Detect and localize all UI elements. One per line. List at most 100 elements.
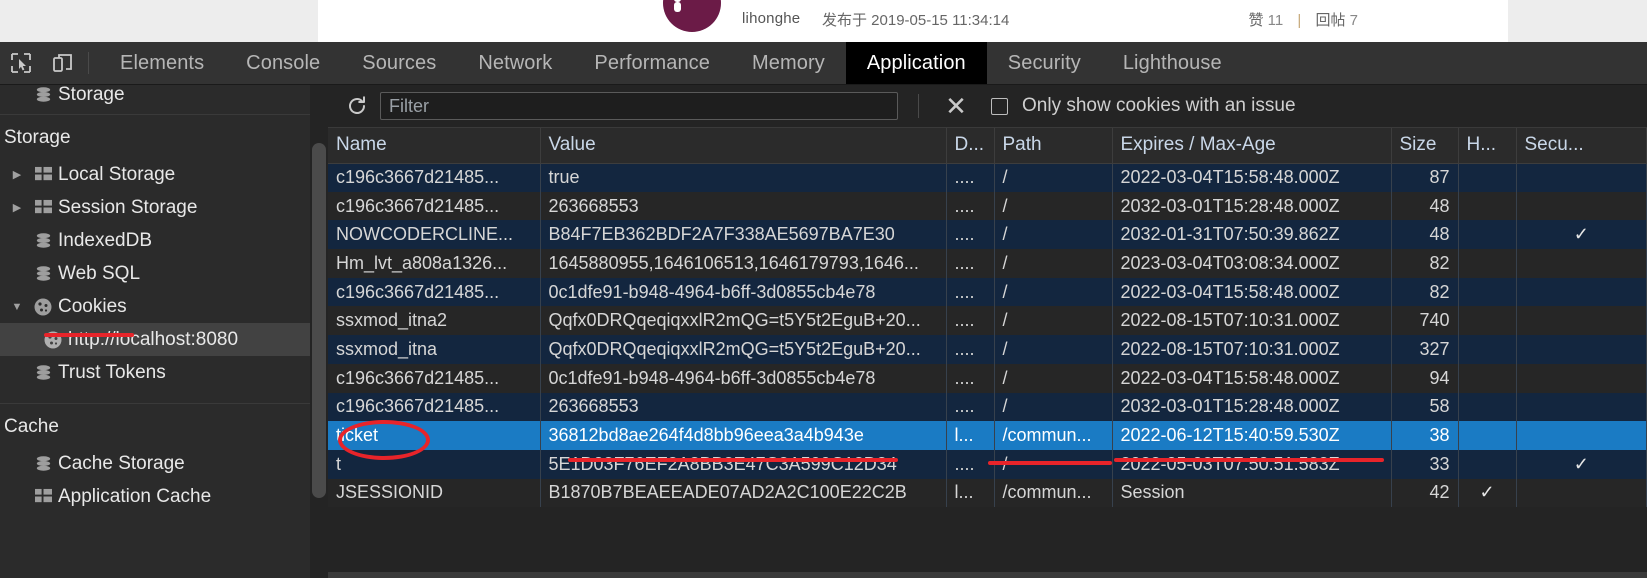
chevron-down-icon[interactable]: ▼ (6, 301, 28, 313)
sidebar-item-storage-cutoff[interactable]: ▶ Storage (0, 85, 310, 111)
database-icon (28, 231, 58, 250)
likes-label: 赞 (1248, 12, 1264, 29)
sidebar-item-cache-storage[interactable]: ▶ Cache Storage (0, 447, 310, 480)
inspect-element-icon[interactable] (0, 42, 42, 84)
table-row[interactable]: c196c3667d21485... 0c1dfe91-b948-4964-b6… (328, 277, 1647, 307)
table-row[interactable]: Hm_lvt_a808a1326... 1645880955,164610651… (328, 249, 1647, 278)
table-row[interactable]: ssxmod_itna2 Qqfx0DRQqeqiqxxlR2mQG=t5Y5t… (328, 306, 1647, 336)
meta-separator: | (1297, 12, 1302, 29)
cell-size: 740 (1391, 306, 1459, 336)
twisty-placeholder: ▶ (6, 88, 28, 101)
sidebar-item-web-sql[interactable]: ▶ Web SQL (0, 257, 310, 290)
cell-size: 38 (1391, 421, 1459, 450)
column-header-value[interactable]: Value (540, 128, 947, 164)
filter-input[interactable] (380, 92, 898, 120)
devtools-tabs: Elements Console Sources Network Perform… (99, 42, 1243, 84)
sidebar-item-application-cache[interactable]: ▶ Application Cache (0, 480, 310, 513)
cell-secure (1516, 249, 1647, 278)
replies-count: 7 (1349, 12, 1358, 29)
tab-elements[interactable]: Elements (99, 42, 225, 84)
sidebar-section-cache-title: Cache (4, 416, 59, 437)
cell-expires: 2022-05-03T07:50:51.583Z (1112, 449, 1392, 479)
refresh-icon[interactable] (340, 91, 374, 121)
cell-value: 36812bd8ae264f4d8bb96eea3a4b943e (540, 421, 947, 450)
cell-value: B1870B7BEAEEADE07AD2A2C100E22C2B (540, 478, 947, 508)
cell-value: 0c1dfe91-b948-4964-b6ff-3d0855cb4e78 (540, 363, 947, 393)
replies-label: 回帖 (1315, 12, 1346, 29)
cell-value: 263668553 (540, 392, 947, 422)
table-icon (28, 166, 58, 183)
chevron-right-icon[interactable]: ▶ (6, 168, 28, 181)
twisty-placeholder: ▶ (6, 490, 28, 503)
cell-domain: .... (946, 249, 995, 278)
column-header-domain[interactable]: D... (946, 128, 995, 164)
column-header-size[interactable]: Size (1391, 128, 1459, 164)
only-issues-checkbox[interactable] (991, 97, 1008, 115)
table-row[interactable]: ssxmod_itna Qqfx0DRQqeqiqxxlR2mQG=t5Y5t2… (328, 335, 1647, 364)
sidebar-item-label: Storage (58, 85, 125, 105)
sidebar-item-local-storage[interactable]: ▶ Local Storage (0, 158, 310, 191)
webpage-strip: lihonghe 发布于 2019-05-15 11:34:14 赞 11 | … (0, 0, 1647, 42)
table-row-selected[interactable]: ticket 36812bd8ae264f4d8bb96eea3a4b943e … (328, 421, 1647, 450)
device-toolbar-icon[interactable] (42, 42, 84, 84)
sidebar-item-trust-tokens[interactable]: ▶ Trust Tokens (0, 356, 310, 389)
sidebar-item-session-storage[interactable]: ▶ Session Storage (0, 191, 310, 224)
tab-application[interactable]: Application (845, 42, 987, 84)
cell-value: Qqfx0DRQqeqiqxxlR2mQG=t5Y5t2EguB+20... (540, 335, 947, 364)
column-header-httponly[interactable]: H... (1458, 128, 1517, 164)
tab-performance[interactable]: Performance (573, 42, 731, 84)
cell-domain: .... (946, 220, 995, 250)
column-header-secure[interactable]: Secu... (1516, 128, 1647, 164)
column-header-expires[interactable]: Expires / Max-Age (1112, 128, 1392, 164)
tab-memory[interactable]: Memory (731, 42, 846, 84)
tab-console[interactable]: Console (225, 42, 341, 84)
table-row[interactable]: c196c3667d21485... true .... / 2022-03-0… (328, 163, 1647, 192)
cell-secure (1516, 363, 1647, 393)
sidebar-item-localhost-8080[interactable]: http://localhost:8080 (0, 323, 310, 356)
cell-expires: 2023-03-04T03:08:34.000Z (1112, 249, 1392, 278)
database-icon (28, 454, 58, 473)
chevron-right-icon[interactable]: ▶ (6, 201, 28, 214)
table-row[interactable]: c196c3667d21485... 263668553 .... / 2032… (328, 392, 1647, 422)
cell-httponly (1458, 249, 1517, 278)
cell-name: Hm_lvt_a808a1326... (328, 249, 541, 278)
cell-path: / (994, 277, 1113, 307)
table-row[interactable]: c196c3667d21485... 0c1dfe91-b948-4964-b6… (328, 363, 1647, 393)
table-icon (28, 199, 58, 216)
post-header-card: lihonghe 发布于 2019-05-15 11:34:14 赞 11 | … (318, 0, 1508, 42)
table-row[interactable]: JSESSIONID B1870B7BEAEEADE07AD2A2C100E22… (328, 478, 1647, 508)
cell-domain: l... (946, 421, 995, 450)
tab-lighthouse[interactable]: Lighthouse (1102, 42, 1243, 84)
cell-path: / (994, 335, 1113, 364)
tab-sources[interactable]: Sources (341, 42, 457, 84)
cookies-table-body: c196c3667d21485... true .... / 2022-03-0… (328, 163, 1647, 508)
cell-value: 5E1D03F76EF2A8BB3E47C3A599C12D34 (540, 449, 947, 479)
column-header-path[interactable]: Path (994, 128, 1113, 164)
sidebar-item-label: Cache Storage (58, 452, 185, 474)
table-row[interactable]: c196c3667d21485... 263668553 .... / 2032… (328, 191, 1647, 221)
cell-name: c196c3667d21485... (328, 163, 541, 192)
sidebar-item-indexeddb[interactable]: ▶ IndexedDB (0, 224, 310, 257)
cell-size: 42 (1391, 478, 1459, 508)
cell-httponly (1458, 191, 1517, 221)
cell-path: / (994, 220, 1113, 250)
cell-size: 94 (1391, 363, 1459, 393)
column-header-name[interactable]: Name (328, 128, 541, 164)
only-issues-checkbox-row[interactable]: Only show cookies with an issue (991, 95, 1296, 117)
post-time: 发布于 2019-05-15 11:34:14 (822, 12, 1010, 29)
cell-value: 1645880955,1646106513,1646179793,1646... (540, 249, 947, 278)
cell-path: /commun... (994, 421, 1113, 450)
table-row[interactable]: t 5E1D03F76EF2A8BB3E47C3A599C12D34 .... … (328, 449, 1647, 479)
clear-icon[interactable]: ✕ (941, 91, 971, 121)
tab-security[interactable]: Security (987, 42, 1102, 84)
cell-httponly (1458, 277, 1517, 307)
sidebar-scrollbar-thumb[interactable] (312, 143, 326, 498)
horizontal-scrollbar[interactable] (328, 572, 1647, 578)
sidebar-item-cookies[interactable]: ▼ Cookies (0, 290, 310, 323)
likes-count: 11 (1267, 12, 1284, 29)
sidebar-item-label: Web SQL (58, 262, 141, 284)
table-row[interactable]: NOWCODERCLINE... B84F7EB362BDF2A7F338AE5… (328, 220, 1647, 250)
cell-expires: 2032-03-01T15:28:48.000Z (1112, 392, 1392, 422)
tab-network[interactable]: Network (457, 42, 573, 84)
cell-size: 82 (1391, 277, 1459, 307)
